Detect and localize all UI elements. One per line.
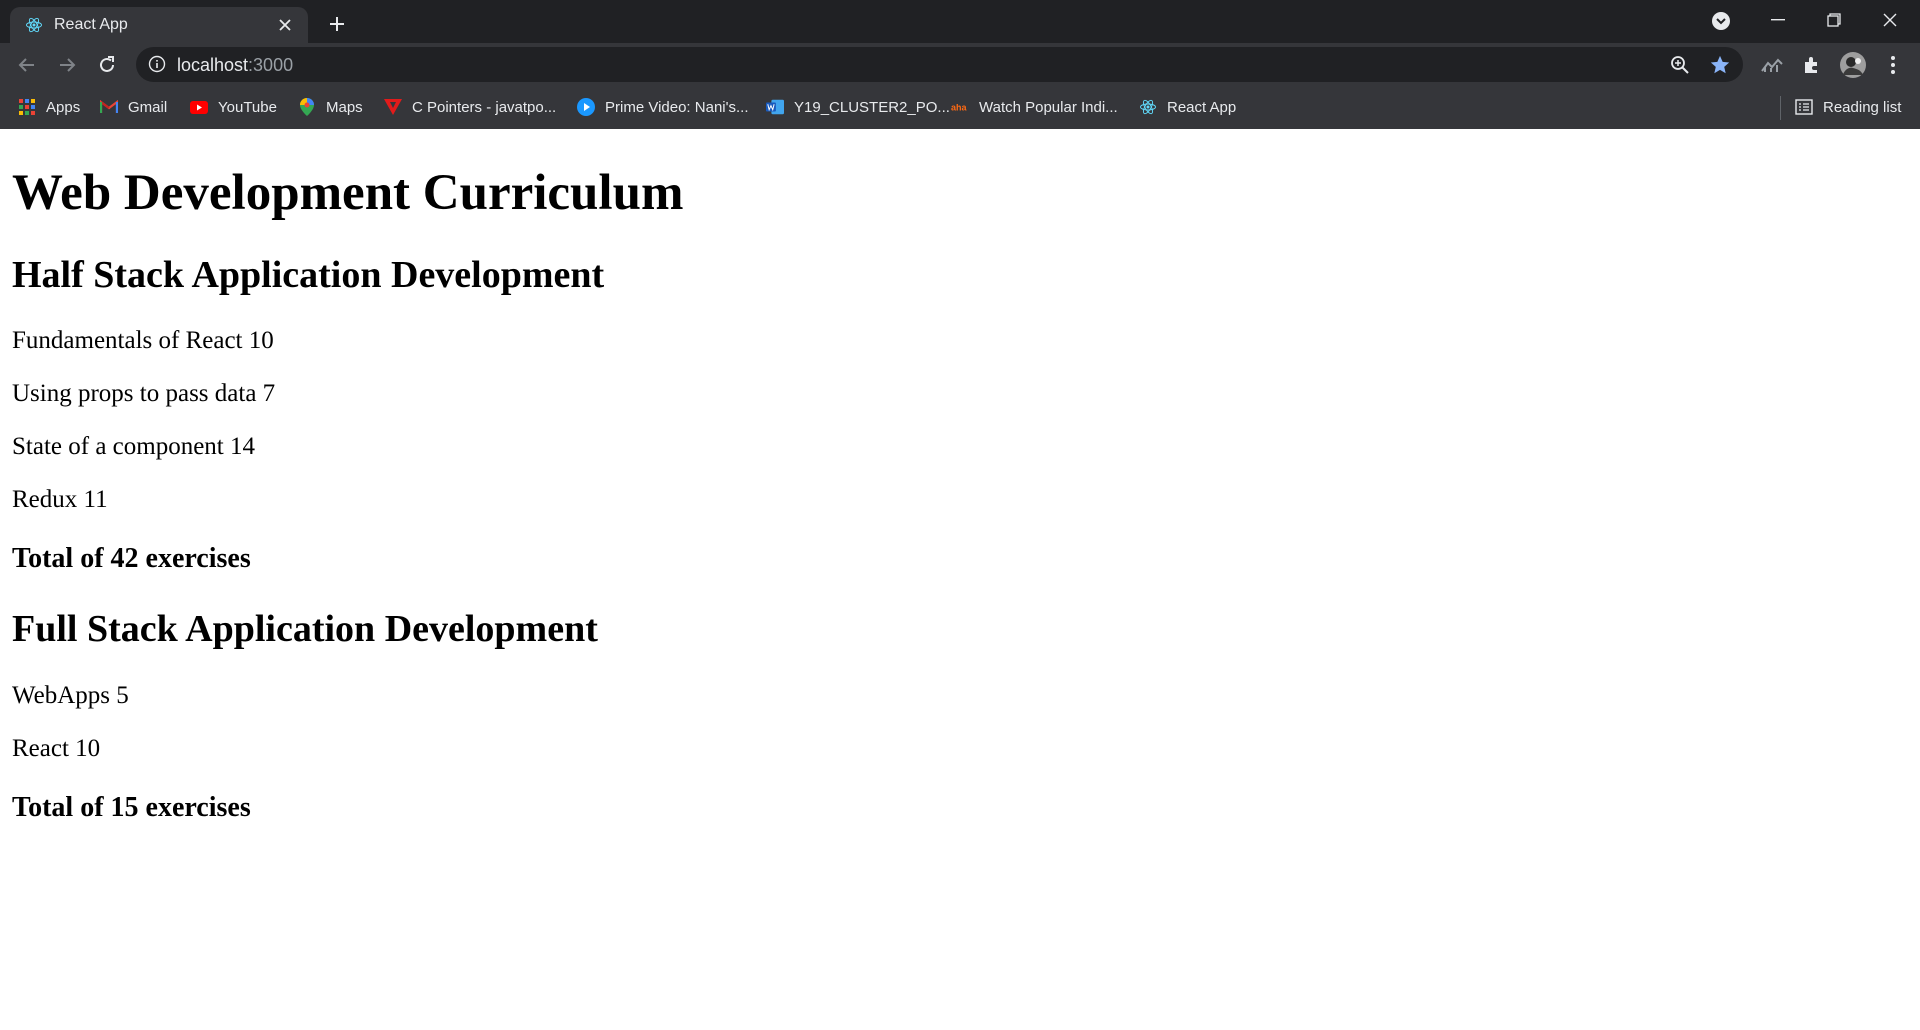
url-text: localhost:3000	[177, 55, 293, 76]
page-title: Web Development Curriculum	[12, 165, 684, 221]
course-total: Total of 15 exercises	[12, 792, 251, 823]
maps-icon	[298, 98, 316, 116]
bookmark-apps[interactable]: Apps	[18, 94, 80, 120]
aha-icon: aha	[951, 98, 969, 116]
bookmark-gmail[interactable]: Gmail	[100, 94, 167, 120]
performance-icon[interactable]	[1757, 50, 1787, 80]
gmail-icon	[100, 98, 118, 116]
bookmark-label: C Pointers - javatpo...	[412, 98, 557, 116]
bookmark-prime-video[interactable]: Prime Video: Nani's...	[577, 94, 748, 120]
close-window-button[interactable]	[1862, 0, 1918, 40]
course-part: State of a component 14	[12, 433, 255, 460]
reading-list-label: Reading list	[1823, 98, 1902, 116]
bookmark-label: Maps	[326, 98, 363, 116]
course-title: Half Stack Application Development	[12, 254, 605, 296]
bookmark-youtube[interactable]: YouTube	[190, 94, 277, 120]
bookmark-aha[interactable]: aha Watch Popular Indi...	[951, 94, 1118, 120]
course-part: Redux 11	[12, 486, 108, 513]
zoom-icon[interactable]	[1668, 53, 1692, 77]
bookmark-label: Y19_CLUSTER2_PO...	[794, 98, 950, 116]
word-icon	[766, 98, 784, 116]
bookmark-star-icon[interactable]	[1708, 53, 1732, 77]
browser-chrome: React App localhost:3000 Apps Gmail YouT…	[0, 0, 1920, 130]
avatar[interactable]	[1838, 50, 1868, 80]
url-port: :3000	[248, 55, 294, 75]
javatpoint-icon	[384, 98, 402, 116]
url-host: localhost	[177, 55, 249, 75]
page-content: Web Development Curriculum Half Stack Ap…	[0, 129, 1920, 1030]
tab-search-icon[interactable]	[1710, 10, 1732, 32]
apps-grid-icon	[18, 98, 36, 116]
course-title: Full Stack Application Development	[12, 608, 598, 650]
tab-title: React App	[54, 16, 128, 33]
bookmarks-bar: Apps Gmail YouTube Maps C Pointers - jav…	[0, 86, 1920, 130]
react-icon	[1139, 98, 1157, 116]
youtube-icon	[190, 98, 208, 116]
prime-video-icon	[577, 98, 595, 116]
course-part: WebApps 5	[12, 682, 129, 709]
toolbar: localhost:3000	[0, 43, 1920, 86]
minimize-window-button[interactable]	[1750, 0, 1806, 40]
bookmark-word-doc[interactable]: Y19_CLUSTER2_PO...	[766, 94, 950, 120]
bookmark-label: Watch Popular Indi...	[979, 98, 1118, 116]
bookmark-javatpoint[interactable]: C Pointers - javatpo...	[384, 94, 556, 120]
course-part: Using props to pass data 7	[12, 380, 276, 407]
bookmark-label: Prime Video: Nani's...	[605, 98, 749, 116]
svg-text:aha: aha	[951, 103, 968, 113]
more-menu-icon[interactable]	[1878, 50, 1908, 80]
bookmark-react-app[interactable]: React App	[1139, 94, 1236, 120]
forward-button[interactable]	[51, 49, 83, 81]
reading-list-button[interactable]: Reading list	[1795, 94, 1901, 120]
course-part: React 10	[12, 735, 101, 762]
tab-strip: React App	[0, 0, 1920, 43]
tab-react-app[interactable]: React App	[10, 7, 308, 43]
bookmark-maps[interactable]: Maps	[298, 94, 363, 120]
back-button[interactable]	[11, 49, 43, 81]
restore-window-button[interactable]	[1806, 0, 1862, 40]
bookmark-label: Gmail	[128, 98, 168, 116]
bookmark-label: Apps	[46, 98, 81, 116]
address-bar[interactable]: localhost:3000	[136, 47, 1743, 82]
react-icon	[24, 15, 44, 35]
bookmark-label: YouTube	[218, 98, 277, 116]
bookmarks-divider	[1780, 96, 1781, 120]
site-info-icon[interactable]	[148, 55, 166, 78]
reading-list-icon	[1795, 98, 1813, 116]
course-part: Fundamentals of React 10	[12, 327, 274, 354]
course-total: Total of 42 exercises	[12, 543, 251, 574]
new-tab-button[interactable]	[322, 9, 352, 39]
close-tab-icon[interactable]	[274, 14, 296, 36]
bookmark-label: React App	[1167, 98, 1237, 116]
extensions-icon[interactable]	[1797, 50, 1827, 80]
reload-button[interactable]	[91, 49, 123, 81]
